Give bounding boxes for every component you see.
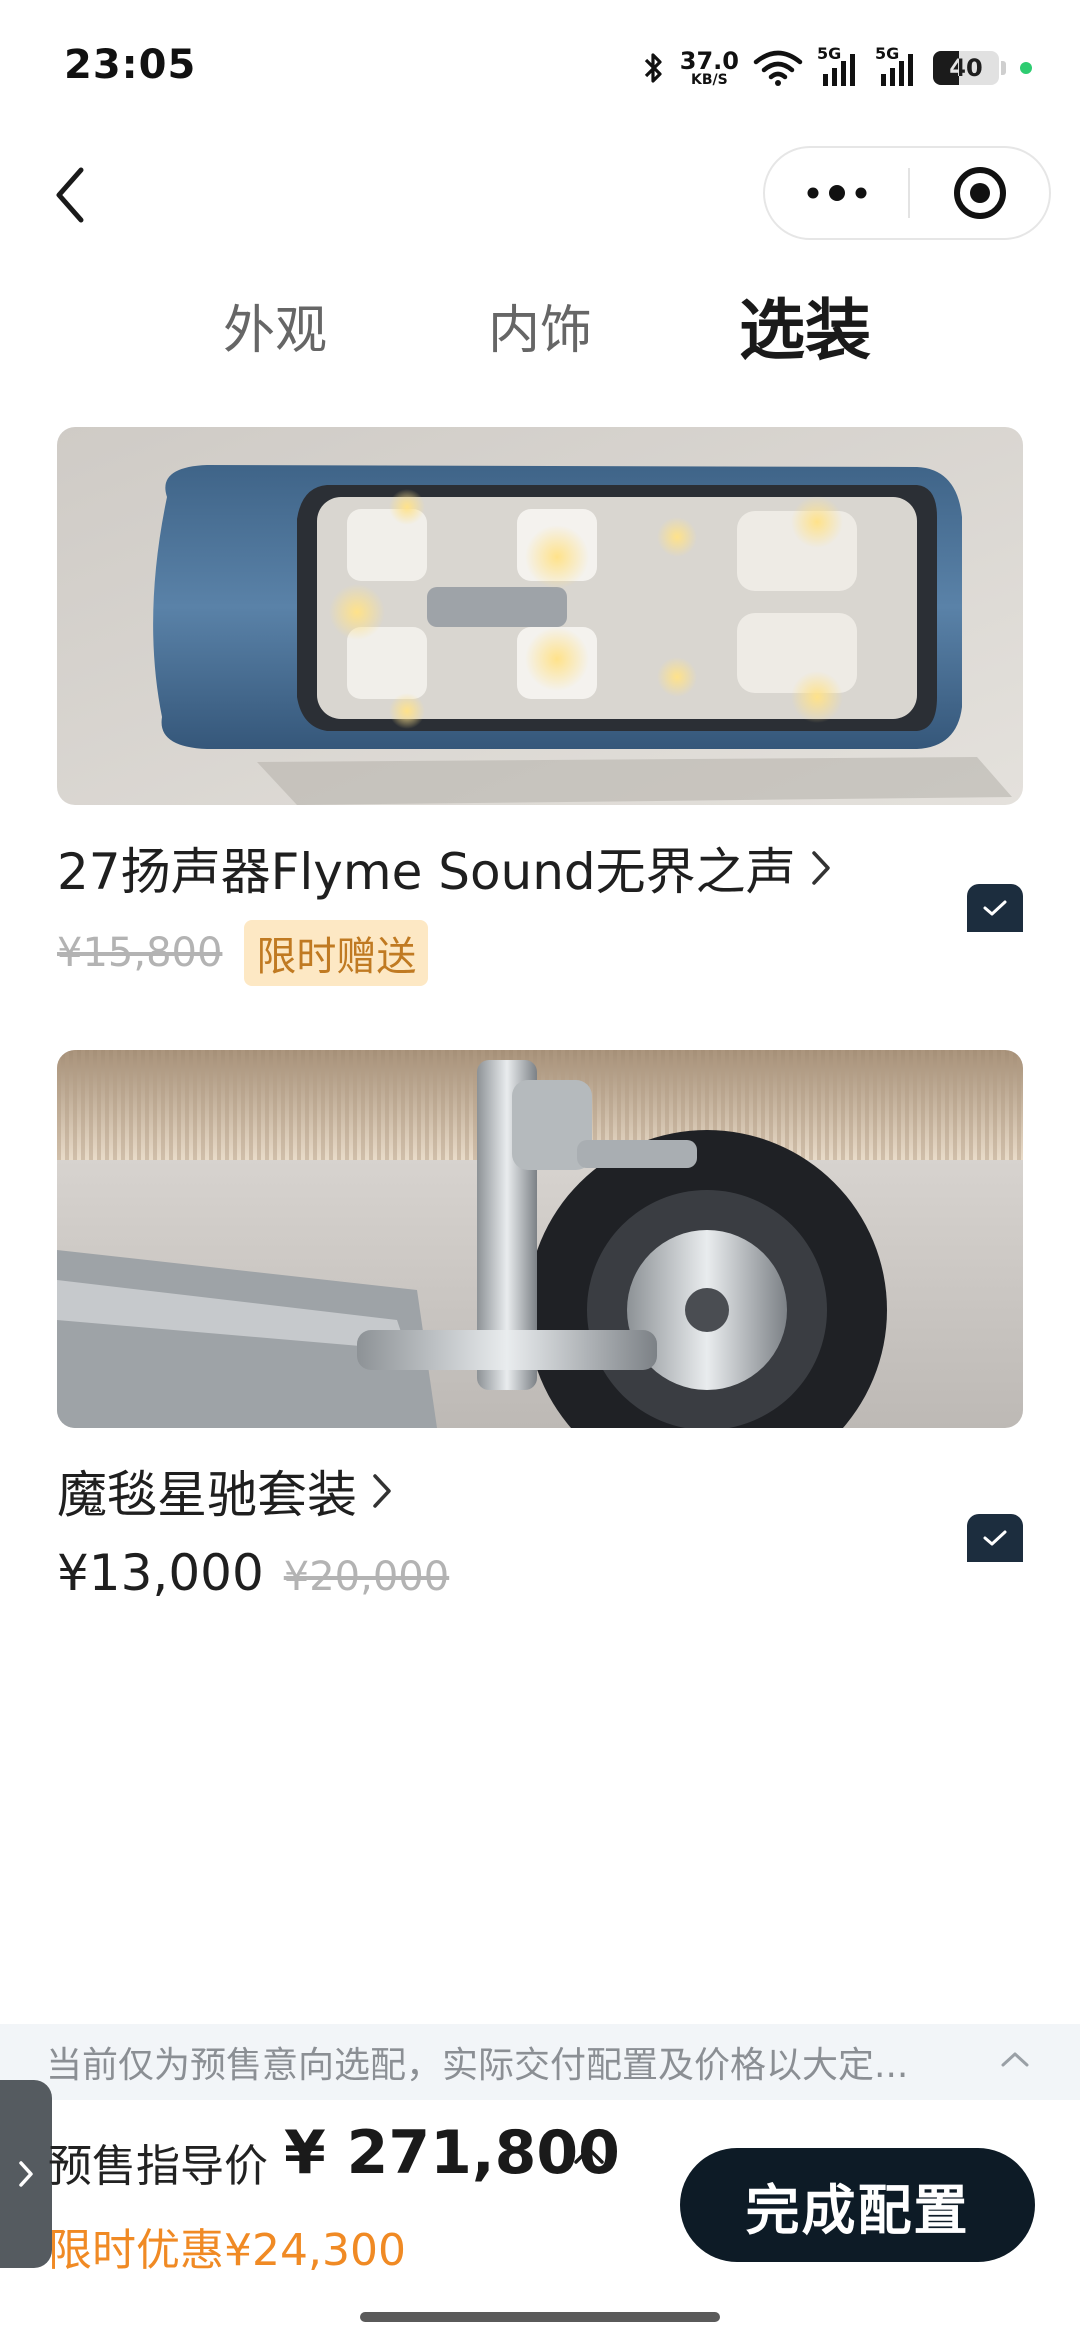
more-button[interactable] xyxy=(765,148,908,238)
checkmark-icon xyxy=(983,1530,1007,1546)
option-title-suspension[interactable]: 魔毯星驰套装 xyxy=(57,1455,393,1527)
tab-options[interactable]: 选装 xyxy=(715,280,895,370)
car-top-view-image xyxy=(57,427,1023,805)
signal-icon-2: 5G xyxy=(875,44,919,88)
presale-price-label: 预售指导价 xyxy=(48,2141,268,2192)
chevron-left-icon xyxy=(56,167,84,223)
checkmark-icon xyxy=(983,900,1007,916)
target-close-icon xyxy=(953,167,1006,219)
price-expand-button[interactable] xyxy=(572,2144,606,2170)
option-price-row: ¥13,000 ¥20,000 xyxy=(57,1544,449,1602)
option-checkbox-suspension[interactable] xyxy=(967,1514,1023,1562)
status-time: 23:05 xyxy=(64,42,197,88)
network-speed-unit: KB/S xyxy=(691,72,728,88)
chevron-right-icon xyxy=(373,1474,391,1508)
close-mini-program-button[interactable] xyxy=(910,148,1049,238)
wifi-icon xyxy=(753,50,803,86)
battery-icon: 40 xyxy=(933,51,999,85)
tab-exterior[interactable]: 外观 xyxy=(205,280,345,370)
option-image-sound-system[interactable] xyxy=(57,427,1023,805)
option-title-text: 27扬声器Flyme Sound无界之声 xyxy=(57,843,796,901)
presale-notice-text: 当前仅为预售意向选配，实际交付配置及价格以大定... xyxy=(46,2045,909,2086)
presale-notice-bar[interactable]: 当前仅为预售意向选配，实际交付配置及价格以大定... xyxy=(0,2024,1080,2100)
suspension-image xyxy=(57,1050,1023,1428)
chevron-right-icon xyxy=(19,2161,33,2187)
signal-icon-1: 5G xyxy=(817,44,861,88)
network-speed-value: 37.0 xyxy=(679,47,739,75)
original-price: ¥15,800 xyxy=(57,930,223,976)
network-speed: 37.0 KB/S xyxy=(680,49,739,87)
home-indicator xyxy=(360,2312,720,2322)
limited-discount: 限时优惠¥24,300 xyxy=(48,2225,406,2276)
current-price: ¥13,000 xyxy=(57,1544,264,1602)
status-bar: 23:05 37.0 KB/S 5G 5G 40 xyxy=(0,0,1080,130)
battery-level: 40 xyxy=(949,54,983,82)
chevron-up-icon[interactable] xyxy=(1000,2050,1030,2072)
option-title-text: 魔毯星驰套装 xyxy=(57,1466,357,1524)
privacy-indicator-dot xyxy=(1020,62,1032,74)
option-title-sound-system[interactable]: 27扬声器Flyme Sound无界之声 xyxy=(57,832,832,904)
option-image-suspension[interactable] xyxy=(57,1050,1023,1428)
status-icons: 37.0 KB/S 5G 5G 40 xyxy=(642,44,1032,92)
chevron-up-icon xyxy=(574,2147,604,2164)
total-price: ¥ 271,800 xyxy=(284,2118,620,2188)
more-dots-icon xyxy=(807,185,866,201)
promo-tag: 限时赠送 xyxy=(244,920,429,986)
chevron-right-icon xyxy=(811,851,830,885)
signal-label-2: 5G xyxy=(875,44,900,63)
side-drawer-tab[interactable] xyxy=(0,2080,52,2268)
finish-config-button[interactable]: 完成配置 xyxy=(680,2148,1035,2262)
back-button[interactable] xyxy=(40,160,100,230)
mini-program-capsule xyxy=(763,146,1051,240)
option-checkbox-sound-system[interactable] xyxy=(967,884,1023,932)
tab-interior[interactable]: 内饰 xyxy=(470,280,610,370)
signal-label-1: 5G xyxy=(817,44,842,63)
original-price: ¥20,000 xyxy=(283,1554,450,1600)
option-price-row: ¥15,800 限时赠送 xyxy=(57,920,429,986)
bluetooth-icon xyxy=(642,50,666,86)
battery-tip xyxy=(1001,61,1006,75)
tab-bar: 外观 内饰 选装 xyxy=(0,280,1080,370)
